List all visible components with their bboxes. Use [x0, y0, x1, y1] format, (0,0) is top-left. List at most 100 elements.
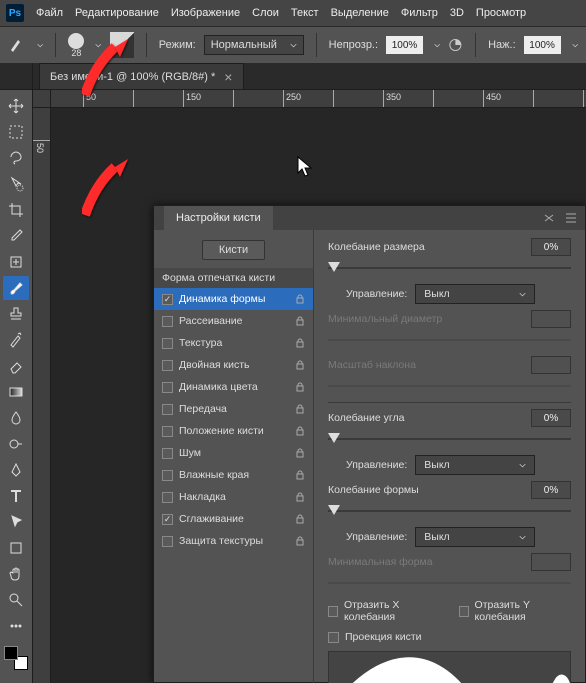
tool-marquee[interactable]: [3, 120, 29, 144]
menu-3d[interactable]: 3D: [450, 7, 464, 19]
tool-gradient[interactable]: [3, 380, 29, 404]
brush-projection-checkbox[interactable]: Проекция кисти: [328, 631, 571, 643]
foreground-color-swatch[interactable]: [4, 646, 18, 660]
brush-option-защита-текстуры[interactable]: Защита текстуры: [154, 530, 313, 552]
menu-select[interactable]: Выделение: [331, 7, 389, 19]
ruler-origin[interactable]: [33, 90, 51, 108]
checkbox[interactable]: [162, 404, 173, 415]
roundness-jitter-slider[interactable]: [328, 505, 571, 517]
tool-pen[interactable]: [3, 458, 29, 482]
tool-type[interactable]: [3, 484, 29, 508]
brush-option-сглаживание[interactable]: Сглаживание: [154, 508, 313, 530]
checkbox[interactable]: [162, 360, 173, 371]
tool-edit-toolbar[interactable]: [3, 614, 29, 638]
color-swatches[interactable]: [4, 646, 28, 670]
checkbox[interactable]: [162, 536, 173, 547]
checkbox[interactable]: [162, 470, 173, 481]
lock-icon[interactable]: [295, 514, 305, 524]
tool-blur[interactable]: [3, 406, 29, 430]
lock-icon[interactable]: [295, 470, 305, 480]
roundness-jitter-value[interactable]: 0%: [531, 481, 571, 499]
chevron-down-icon[interactable]: [37, 42, 43, 49]
tool-stamp[interactable]: [3, 302, 29, 326]
brushes-button[interactable]: Кисти: [202, 240, 265, 260]
lock-icon[interactable]: [295, 448, 305, 458]
menu-file[interactable]: Файл: [36, 7, 63, 19]
angle-control-select[interactable]: Выкл: [415, 455, 535, 475]
checkbox[interactable]: [162, 382, 173, 393]
menu-filter[interactable]: Фильтр: [401, 7, 438, 19]
checkbox[interactable]: [162, 448, 173, 459]
chevron-down-icon[interactable]: [95, 42, 101, 49]
brush-tip-shape-header[interactable]: Форма отпечатка кисти: [154, 268, 313, 288]
lock-icon[interactable]: [295, 360, 305, 370]
brush-option-передача[interactable]: Передача: [154, 398, 313, 420]
lock-icon[interactable]: [295, 492, 305, 502]
tool-dodge[interactable]: [3, 432, 29, 456]
brush-preview[interactable]: 28: [68, 33, 84, 58]
tool-brush[interactable]: [3, 276, 29, 300]
brush-settings-toggle-icon[interactable]: [110, 32, 134, 58]
panel-tab-brush-settings[interactable]: Настройки кисти: [164, 206, 273, 230]
tool-zoom[interactable]: [3, 588, 29, 612]
size-jitter-slider[interactable]: [328, 262, 571, 274]
size-jitter-value[interactable]: 0%: [531, 238, 571, 256]
tool-hand[interactable]: [3, 562, 29, 586]
chevron-down-icon[interactable]: [434, 42, 440, 49]
tool-move[interactable]: [3, 94, 29, 118]
tool-lasso[interactable]: [3, 146, 29, 170]
pressure-opacity-icon[interactable]: [448, 37, 463, 53]
menu-type[interactable]: Текст: [291, 7, 319, 19]
tool-eyedropper[interactable]: [3, 224, 29, 248]
brush-option-двойная-кисть[interactable]: Двойная кисть: [154, 354, 313, 376]
tool-eraser[interactable]: [3, 354, 29, 378]
flow-input[interactable]: 100%: [524, 36, 561, 54]
ruler-vertical[interactable]: 50: [33, 108, 51, 683]
panel-collapse-icon[interactable]: [543, 212, 555, 224]
lock-icon[interactable]: [295, 382, 305, 392]
checkbox[interactable]: [162, 294, 173, 305]
checkbox[interactable]: [162, 316, 173, 327]
size-control-select[interactable]: Выкл: [415, 284, 535, 304]
tool-shape[interactable]: [3, 536, 29, 560]
lock-icon[interactable]: [295, 338, 305, 348]
brush-option-динамика-формы[interactable]: Динамика формы: [154, 288, 313, 310]
panel-menu-icon[interactable]: [565, 212, 577, 224]
brush-option-шум[interactable]: Шум: [154, 442, 313, 464]
canvas-area[interactable]: 50150250350450550 50 Настройки кисти Кис…: [33, 90, 586, 683]
brush-option-рассеивание[interactable]: Рассеивание: [154, 310, 313, 332]
menu-edit[interactable]: Редактирование: [75, 7, 159, 19]
opacity-input[interactable]: 100%: [386, 36, 423, 54]
tool-path-select[interactable]: [3, 510, 29, 534]
menu-view[interactable]: Просмотр: [476, 7, 526, 19]
tool-preset-picker[interactable]: [8, 36, 26, 54]
brush-option-текстура[interactable]: Текстура: [154, 332, 313, 354]
ruler-horizontal[interactable]: 50150250350450550: [51, 90, 586, 108]
brush-option-положение-кисти[interactable]: Положение кисти: [154, 420, 313, 442]
menu-layer[interactable]: Слои: [252, 7, 279, 19]
flip-x-checkbox[interactable]: Отразить X колебания: [328, 599, 441, 623]
checkbox[interactable]: [162, 492, 173, 503]
tool-quick-select[interactable]: [3, 172, 29, 196]
tool-history-brush[interactable]: [3, 328, 29, 352]
close-icon[interactable]: ×: [223, 72, 233, 82]
checkbox[interactable]: [162, 426, 173, 437]
flip-y-checkbox[interactable]: Отразить Y колебания: [459, 599, 571, 623]
brush-option-динамика-цвета[interactable]: Динамика цвета: [154, 376, 313, 398]
lock-icon[interactable]: [295, 536, 305, 546]
lock-icon[interactable]: [295, 426, 305, 436]
menu-image[interactable]: Изображение: [171, 7, 240, 19]
brush-option-накладка[interactable]: Накладка: [154, 486, 313, 508]
angle-jitter-value[interactable]: 0%: [531, 409, 571, 427]
lock-icon[interactable]: [295, 316, 305, 326]
roundness-control-select[interactable]: Выкл: [415, 527, 535, 547]
lock-icon[interactable]: [295, 294, 305, 304]
lock-icon[interactable]: [295, 404, 305, 414]
chevron-down-icon[interactable]: [572, 42, 578, 49]
angle-jitter-slider[interactable]: [328, 433, 571, 445]
tool-heal[interactable]: [3, 250, 29, 274]
checkbox[interactable]: [162, 514, 173, 525]
checkbox[interactable]: [162, 338, 173, 349]
blend-mode-select[interactable]: Нормальный: [204, 35, 304, 55]
document-tab[interactable]: Без имени-1 @ 100% (RGB/8#) * ×: [39, 63, 244, 89]
